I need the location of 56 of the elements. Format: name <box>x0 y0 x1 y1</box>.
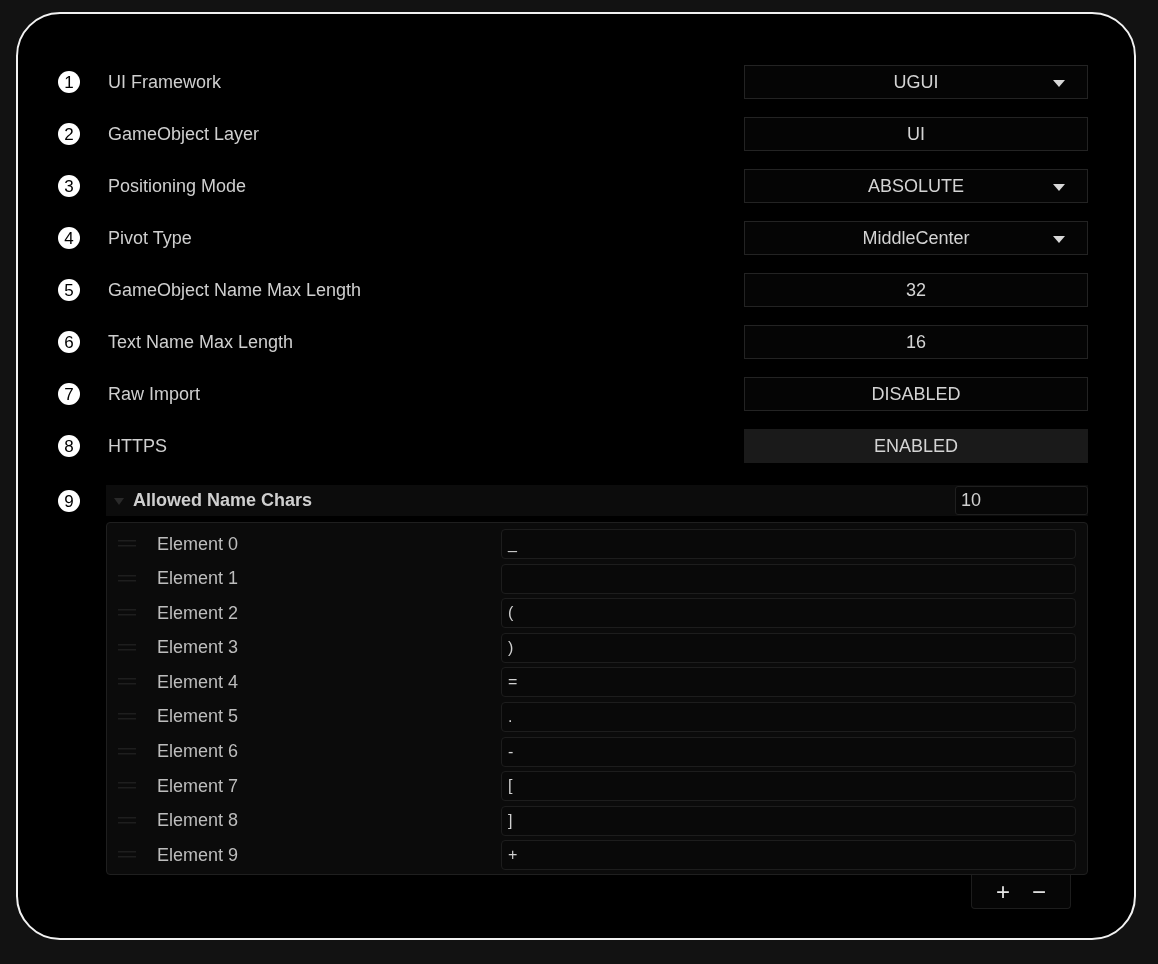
toggle-button[interactable]: DISABLED <box>744 377 1088 411</box>
dropdown-value: ABSOLUTE <box>868 175 964 197</box>
count-field[interactable]: 10 <box>955 486 1088 515</box>
input-field[interactable]: 32 <box>744 273 1088 307</box>
setting-label: Raw Import <box>108 383 202 405</box>
element-label: Element 7 <box>157 775 240 797</box>
remove-button[interactable]: − <box>1028 879 1050 904</box>
number-badge: 6 <box>58 331 80 353</box>
text-field[interactable]: + <box>501 840 1076 871</box>
text-field[interactable]: [ <box>501 771 1076 802</box>
dropdown-value: MiddleCenter <box>862 227 970 249</box>
add-button[interactable]: + <box>992 879 1014 904</box>
caret-icon <box>1053 236 1065 243</box>
text-field[interactable]: - <box>501 736 1076 767</box>
element-label: Element 9 <box>157 844 240 866</box>
number-badge: 1 <box>58 71 80 93</box>
element-label: Element 2 <box>157 602 240 624</box>
dropdown[interactable]: MiddleCenter <box>744 221 1088 255</box>
element-label: Element 4 <box>157 671 240 693</box>
element-label: Element 0 <box>157 533 240 555</box>
dropdown[interactable]: ABSOLUTE <box>744 169 1088 203</box>
foldout-arrow-icon[interactable] <box>114 495 124 506</box>
caret-icon <box>1053 184 1065 191</box>
element-label: Element 8 <box>157 810 240 832</box>
text-field[interactable]: _ <box>501 529 1076 559</box>
setting-label: Pivot Type <box>108 227 193 249</box>
number-badge: 7 <box>58 383 80 405</box>
element-label: Element 6 <box>157 741 240 763</box>
element-label: Element 3 <box>157 637 240 659</box>
setting-label: UI Framework <box>108 71 222 93</box>
dropdown-value: UGUI <box>893 71 939 93</box>
text-field[interactable]: ( <box>501 598 1076 629</box>
number-badge: 8 <box>58 435 80 457</box>
element-label: Element 5 <box>157 706 240 728</box>
element-label: Element 1 <box>157 568 240 590</box>
text-field[interactable]: . <box>501 701 1076 732</box>
number-badge: 4 <box>58 227 80 249</box>
dropdown[interactable]: UGUI <box>744 65 1088 99</box>
text-field[interactable]: ] <box>501 805 1076 836</box>
setting-label: GameObject Name Max Length <box>108 279 363 301</box>
number-badge: 2 <box>58 123 80 145</box>
text-field[interactable]: ) <box>501 632 1076 663</box>
number-badge: 9 <box>58 490 80 512</box>
list-title: Allowed Name Chars <box>133 490 314 511</box>
text-field[interactable]: = <box>501 667 1076 698</box>
setting-label: Text Name Max Length <box>108 331 295 353</box>
input-field[interactable]: 16 <box>744 325 1088 359</box>
input-field[interactable]: UI <box>744 117 1088 151</box>
number-badge: 3 <box>58 175 80 197</box>
toggle-button[interactable]: ENABLED <box>744 429 1088 463</box>
setting-label: Positioning Mode <box>108 175 248 197</box>
number-badge: 5 <box>58 279 80 301</box>
setting-label: HTTPS <box>108 435 168 457</box>
caret-icon <box>1053 80 1065 87</box>
list-header[interactable]: Allowed Name Chars 10 <box>106 485 1088 516</box>
setting-label: GameObject Layer <box>108 123 261 145</box>
